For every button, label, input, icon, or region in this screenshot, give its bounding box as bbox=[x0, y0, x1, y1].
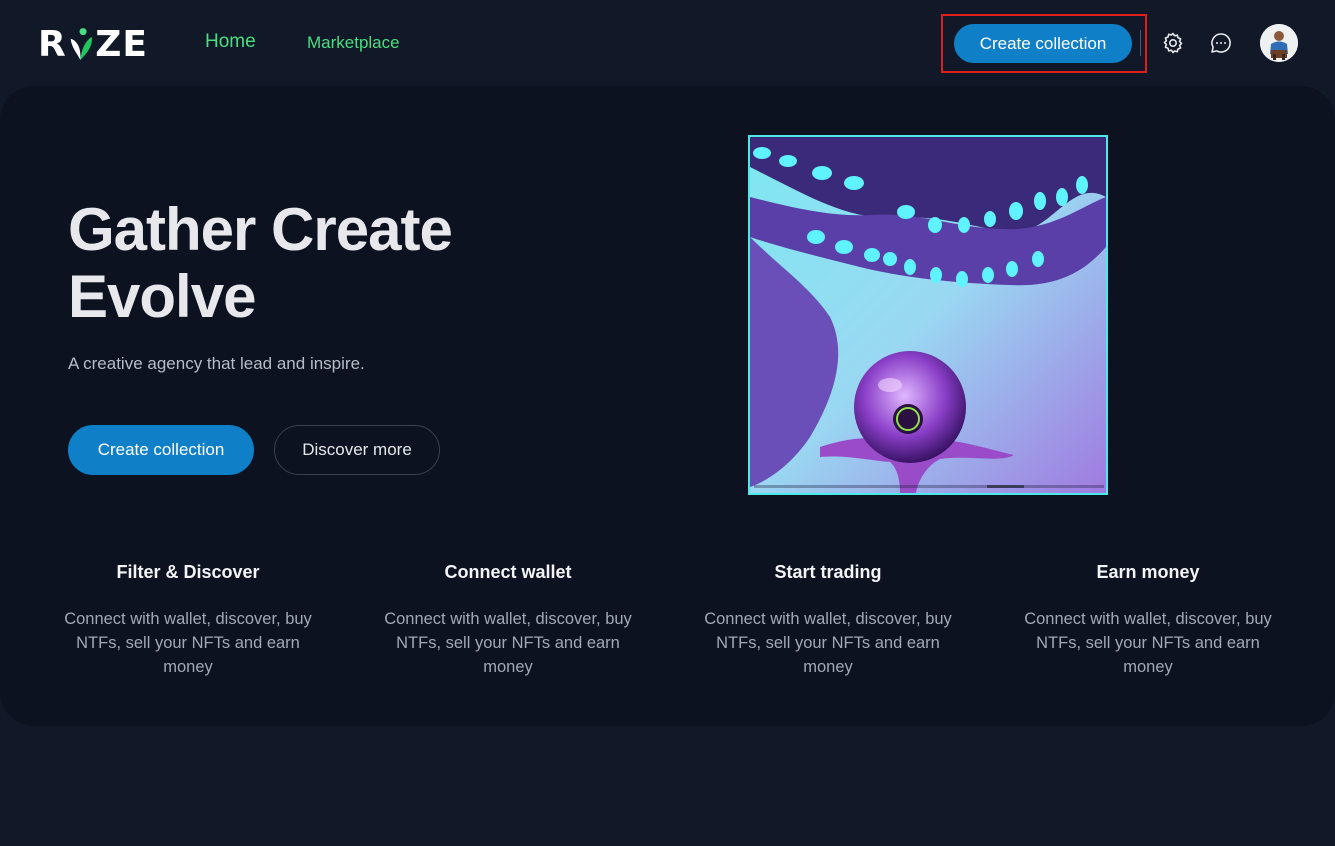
feature-text: Connect with wallet, discover, buy NTFs,… bbox=[64, 610, 312, 676]
feature-title: Start trading bbox=[774, 562, 882, 582]
nav-home[interactable]: Home bbox=[205, 31, 256, 53]
feature-start-trading: Start trading Connect with wallet, disco… bbox=[698, 562, 958, 679]
avatar-image bbox=[1260, 24, 1298, 62]
feature-title: Filter & Discover bbox=[116, 562, 260, 582]
featured-nft-artwork[interactable] bbox=[748, 135, 1108, 495]
top-header: R ZE Home Marketplace Create collection bbox=[0, 0, 1335, 86]
hero-create-collection-button[interactable]: Create collection bbox=[68, 425, 254, 475]
header-create-collection-button[interactable]: Create collection bbox=[954, 24, 1132, 63]
feature-filter-discover: Filter & Discover Connect with wallet, d… bbox=[58, 562, 318, 679]
feature-connect-wallet: Connect wallet Connect with wallet, disc… bbox=[378, 562, 638, 679]
hero-title-line-2: Evolve bbox=[68, 263, 256, 330]
header-divider bbox=[1140, 30, 1141, 56]
discover-more-button[interactable]: Discover more bbox=[274, 425, 440, 475]
messages-button[interactable] bbox=[1208, 30, 1234, 56]
hero-subtitle: A creative agency that lead and inspire. bbox=[68, 354, 365, 373]
carousel-progress-track[interactable] bbox=[754, 485, 1104, 488]
leaf-logo-icon bbox=[70, 28, 92, 60]
chat-icon bbox=[1211, 33, 1231, 53]
feature-title: Connect wallet bbox=[444, 562, 572, 582]
nft-artwork-image bbox=[750, 137, 1106, 493]
feature-text: Connect with wallet, discover, buy NTFs,… bbox=[704, 610, 952, 676]
user-avatar[interactable] bbox=[1260, 24, 1298, 62]
hero-title-line-1: Gather Create bbox=[68, 196, 453, 263]
rize-logo[interactable]: R ZE bbox=[38, 24, 148, 65]
feature-earn-money: Earn money Connect with wallet, discover… bbox=[1018, 562, 1278, 679]
feature-text: Connect with wallet, discover, buy NTFs,… bbox=[1024, 610, 1272, 676]
nav-marketplace[interactable]: Marketplace bbox=[307, 33, 400, 53]
gear-icon bbox=[1163, 32, 1183, 54]
hero-card: Gather Create Evolve A creative agency t… bbox=[0, 86, 1335, 726]
carousel-progress-thumb[interactable] bbox=[987, 485, 1024, 488]
feature-title: Earn money bbox=[1096, 562, 1200, 582]
hero-title: Gather Create Evolve bbox=[68, 196, 568, 330]
settings-button[interactable] bbox=[1160, 30, 1186, 56]
feature-text: Connect with wallet, discover, buy NTFs,… bbox=[384, 610, 632, 676]
